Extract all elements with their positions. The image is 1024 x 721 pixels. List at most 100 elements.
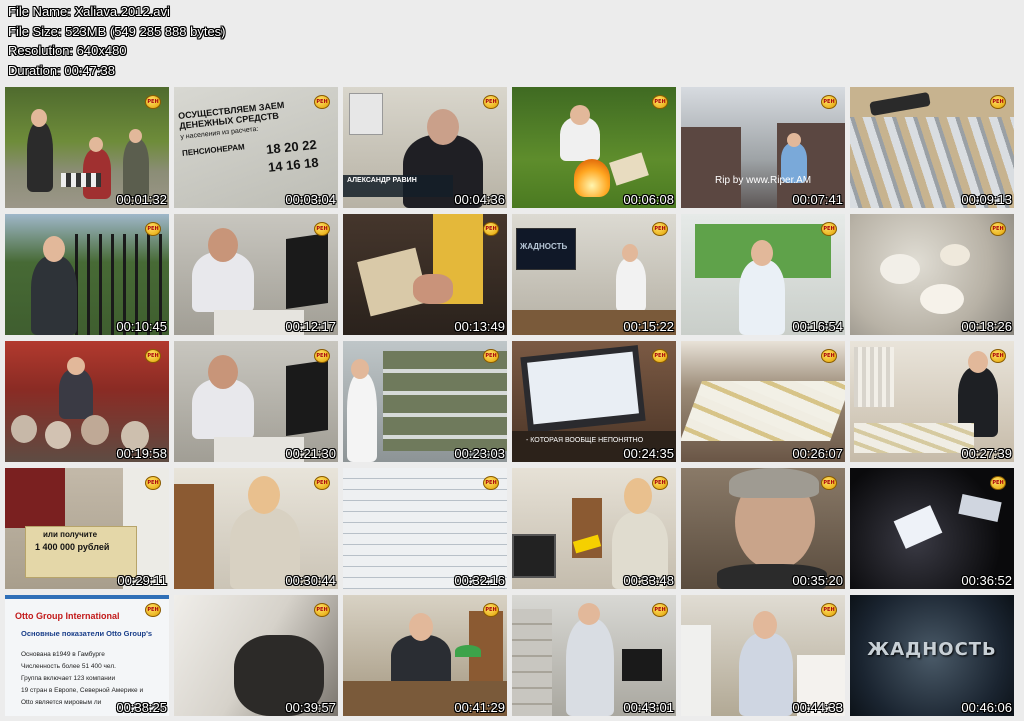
resolution: Resolution: 640x480 [8,43,127,58]
ren-tv-logo: РЕН [821,603,837,617]
thumbnail-4: РЕН 00:06:08 [512,87,676,208]
timestamp: 00:10:45 [116,319,167,334]
thumbnail-11: РЕН 00:16:54 [681,214,845,335]
ren-tv-logo: РЕН [821,95,837,109]
timestamp: 00:23:03 [454,446,505,461]
slide-line: Otto является мировым ли [21,699,102,706]
ren-tv-logo: РЕН [483,476,499,490]
ad-text-line: или получите [43,530,98,539]
timestamp: 00:30:44 [285,573,336,588]
timestamp: 00:44:33 [792,700,843,715]
thumbnail-24: РЕН 00:36:52 [850,468,1014,589]
timestamp: 00:12:17 [285,319,336,334]
timestamp: 00:35:20 [792,573,843,588]
ren-tv-logo: РЕН [483,222,499,236]
thumbnail-12: РЕН 00:18:26 [850,214,1014,335]
timestamp: 00:03:04 [285,192,336,207]
subtitle-caption: - КОТОРАЯ ВООБЩЕ НЕПОНЯТНО [526,437,644,444]
thumbnail-8: РЕН 00:12:17 [174,214,338,335]
ren-tv-logo: РЕН [652,349,668,363]
ren-tv-logo: РЕН [652,222,668,236]
thumbnail-3: АЛЕКСАНДР РАВИН РЕН 00:04:36 [343,87,507,208]
ad-text-line: 14 16 18 [267,154,320,175]
ren-tv-logo: РЕН [314,222,330,236]
thumbnail-1: РЕН 00:01:32 [5,87,169,208]
ren-tv-logo: РЕН [990,95,1006,109]
ren-tv-logo: РЕН [990,222,1006,236]
slide-line: Группа включает 123 компании [21,675,116,682]
timestamp: 00:16:54 [792,319,843,334]
slide-line: Основана в1949 в Гамбурге [21,651,105,658]
ren-tv-logo: РЕН [990,476,1006,490]
ren-tv-logo: РЕН [483,95,499,109]
thumbnail-19: или получите 1 400 000 рублей РЕН 00:29:… [5,468,169,589]
ren-tv-logo: РЕН [652,476,668,490]
timestamp: 00:26:07 [792,446,843,461]
thumbnail-22: РЕН 00:33:48 [512,468,676,589]
show-title-on-screen: ЖАДНОСТЬ [520,242,568,251]
thumbnail-14: РЕН 00:21:30 [174,341,338,462]
ren-tv-logo: РЕН [483,603,499,617]
ren-tv-logo: РЕН [821,476,837,490]
timestamp: 00:21:30 [285,446,336,461]
timestamp: 00:13:49 [454,319,505,334]
file-name: File Name: Xaliava.2012.avi [8,4,170,19]
ren-tv-logo: РЕН [821,349,837,363]
timestamp: 00:32:16 [454,573,505,588]
thumbnail-16: - КОТОРАЯ ВООБЩЕ НЕПОНЯТНО РЕН 00:24:35 [512,341,676,462]
ren-tv-logo: РЕН [145,222,161,236]
ren-tv-logo: РЕН [483,349,499,363]
ren-tv-logo: РЕН [821,222,837,236]
timestamp: 00:24:35 [623,446,674,461]
timestamp: 00:09:13 [961,192,1012,207]
timestamp: 00:33:48 [623,573,674,588]
slide-subtitle: Основные показатели Otto Group's [21,629,153,638]
timestamp: 00:15:22 [623,319,674,334]
ren-tv-logo: РЕН [652,603,668,617]
ren-tv-logo: РЕН [145,603,161,617]
rip-watermark: Rip by www.Riper.AM [715,175,812,186]
thumbnail-2: ОСУЩЕСТВЛЯЕМ ЗАЕМ ДЕНЕЖНЫХ СРЕДСТВ у нас… [174,87,338,208]
thumbnail-21: РЕН 00:32:16 [343,468,507,589]
duration: Duration: 00:47:38 [8,62,115,78]
timestamp: 00:18:26 [961,319,1012,334]
show-title: ЖАДНОСТЬ [867,639,997,660]
ren-tv-logo: РЕН [314,349,330,363]
thumbnail-6: РЕН 00:09:13 [850,87,1014,208]
timestamp: 00:39:57 [285,700,336,715]
ren-tv-logo: РЕН [314,476,330,490]
timestamp: 00:07:41 [792,192,843,207]
file-info-panel: File Name: Xaliava.2012.avi File Size: 5… [8,2,226,80]
thumbnail-30: ЖАДНОСТЬ 00:46:06 [850,595,1014,716]
ren-tv-logo: РЕН [314,603,330,617]
slide-line: Численность более 51 400 чел. [21,663,116,670]
thumbnail-18: РЕН 00:27:39 [850,341,1014,462]
timestamp: 00:36:52 [961,573,1012,588]
ren-tv-logo: РЕН [652,95,668,109]
timestamp: 00:04:36 [454,192,505,207]
thumbnail-29: РЕН 00:44:33 [681,595,845,716]
thumbnail-25: Otto Group International Основные показа… [5,595,169,716]
timestamp: 00:46:06 [961,700,1012,715]
thumbnail-10: ЖАДНОСТЬ РЕН 00:15:22 [512,214,676,335]
name-caption: АЛЕКСАНДР РАВИН [347,177,417,184]
timestamp: 00:41:29 [454,700,505,715]
timestamp: 00:27:39 [961,446,1012,461]
timestamp: 00:19:58 [116,446,167,461]
timestamp: 00:01:32 [116,192,167,207]
thumbnail-27: РЕН 00:41:29 [343,595,507,716]
thumbnail-7: РЕН 00:10:45 [5,214,169,335]
thumbnail-grid: РЕН 00:01:32 ОСУЩЕСТВЛЯЕМ ЗАЕМ ДЕНЕЖНЫХ … [5,87,1014,716]
thumbnail-13: РЕН 00:19:58 [5,341,169,462]
ren-tv-logo: РЕН [990,349,1006,363]
thumbnail-15: РЕН 00:23:03 [343,341,507,462]
thumbnail-26: РЕН 00:39:57 [174,595,338,716]
file-size: File Size: 523MB (549 285 888 bytes) [8,23,226,39]
slide-line: 19 стран в Европе, Северной Америке и [21,687,144,694]
timestamp: 00:06:08 [623,192,674,207]
ad-text-line: 1 400 000 рублей [35,542,110,552]
slide-title: Otto Group International [15,611,120,621]
ren-tv-logo: РЕН [314,95,330,109]
ren-tv-logo: РЕН [145,95,161,109]
ren-tv-logo: РЕН [145,349,161,363]
